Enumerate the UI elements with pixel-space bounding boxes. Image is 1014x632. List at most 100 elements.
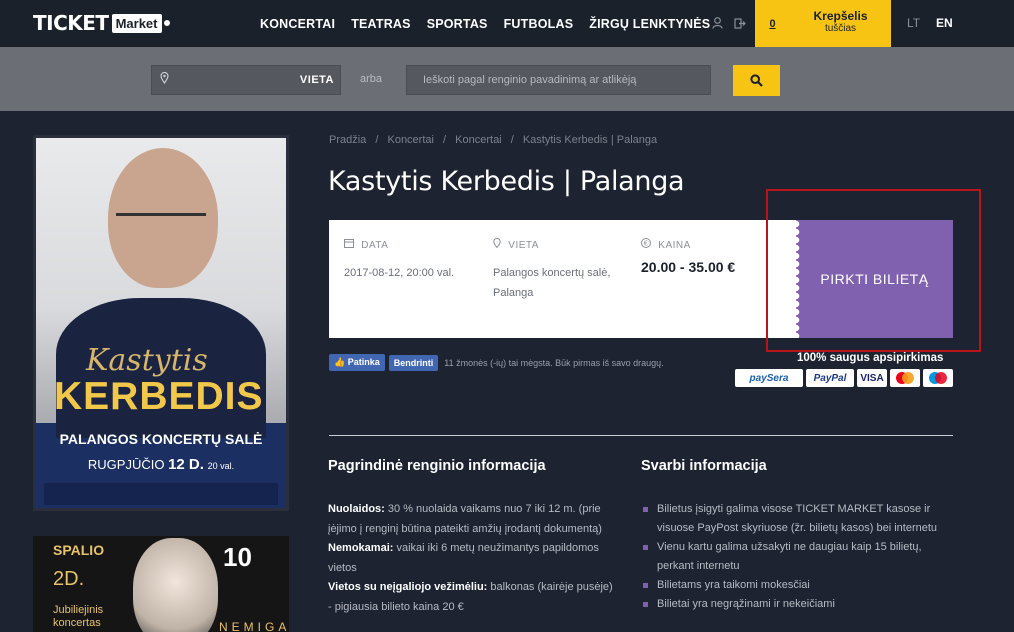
logo-ticket: TICKET	[33, 11, 109, 35]
calendar-icon	[344, 239, 357, 251]
list-item: Bilietams yra taikomi mokesčiai	[641, 576, 941, 595]
main-nav: KONCERTAI TEATRAS SPORTAS FUTBOLAS ŽIRGŲ…	[260, 0, 726, 47]
fb-like-text: 11 žmonės (-ių) tai mėgsta. Būk pirmas i…	[444, 357, 664, 368]
fb-like-button[interactable]: 👍 Patinka	[329, 354, 385, 371]
breadcrumb-koncertai-2[interactable]: Koncertai	[455, 134, 501, 146]
event-info-box: DATA 2017-08-12, 20:00 val. VIETA Palang…	[329, 220, 796, 338]
event-poster[interactable]: Kastytis KERBEDIS PALANGOS KONCERTŲ SALĖ…	[33, 135, 289, 511]
list-item: Bilietus įsigyti galima visose TICKET MA…	[641, 500, 941, 538]
or-text: arba	[360, 73, 383, 85]
poster-surname: KERBEDIS	[54, 375, 264, 418]
nav-zirgu-lenktynes[interactable]: ŽIRGŲ LENKTYNĖS	[589, 17, 710, 31]
secure-purchase-text: 100% saugus apsipirkimas	[797, 352, 944, 364]
site-logo[interactable]: TICKET Market	[33, 9, 170, 37]
nav-teatras[interactable]: TEATRAS	[351, 17, 411, 31]
promo-month: SPALIO	[53, 542, 105, 558]
breadcrumb-current: Kastytis Kerbedis | Palanga	[522, 134, 658, 146]
search-input[interactable]: Ieškoti pagal renginio pavadinimą ar atl…	[406, 65, 711, 95]
breadcrumb-sep: /	[375, 134, 379, 146]
breadcrumb-sep: /	[510, 134, 514, 146]
promo-line2: koncertas	[53, 617, 101, 629]
main-info-heading: Pagrindinė renginio informacija	[328, 458, 546, 474]
search-button[interactable]	[733, 65, 780, 96]
nav-futbolas[interactable]: FUTBOLAS	[504, 17, 574, 31]
paysera-logo: paySera	[735, 369, 803, 387]
promo-venue: NEMIGA	[219, 620, 289, 632]
venue-value: Palangos koncertų salė, Palanga	[493, 263, 610, 303]
poster-date: RUGPJŪČIO 12 D. 20 val.	[36, 456, 286, 473]
svg-text:€: €	[644, 240, 649, 248]
cart-label: Krepšelis	[813, 9, 868, 23]
page-title: Kastytis Kerbedis | Palanga	[328, 166, 685, 197]
important-info-heading: Svarbi informacija	[641, 458, 767, 474]
top-navigation: TICKET Market KONCERTAI TEATRAS SPORTAS …	[0, 0, 1014, 47]
cart-count[interactable]: 0	[755, 0, 790, 47]
date-value: 2017-08-12, 20:00 val.	[344, 267, 455, 279]
free-info: Nemokamai: vaikai iki 6 metų neužimantys…	[328, 539, 618, 578]
location-label: VIETA	[299, 74, 334, 86]
paypal-logo: PayPal	[806, 369, 854, 387]
discount-label: Nuolaidos:	[328, 503, 385, 515]
location-select[interactable]: VIETA	[151, 65, 341, 95]
highlight-box	[766, 189, 981, 352]
price-label: KAINA	[658, 240, 691, 251]
fb-share-button[interactable]: Bendrinti	[388, 354, 439, 371]
price-header: € KAINA	[641, 238, 735, 251]
venue-line1: Palangos koncertų salė,	[493, 267, 611, 279]
main-info-text: Nuolaidos: 30 % nuolaida vaikams nuo 7 i…	[328, 500, 618, 617]
location-pin-icon	[493, 237, 504, 251]
promo-poster[interactable]: SPALIO 2D. Jubiliejinis koncertas 10 NEM…	[33, 536, 289, 632]
user-icon[interactable]	[710, 16, 724, 30]
discount-info: Nuolaidos: 30 % nuolaida vaikams nuo 7 i…	[328, 500, 618, 539]
nav-koncertai[interactable]: KONCERTAI	[260, 17, 335, 31]
logout-icon[interactable]	[733, 16, 747, 30]
lang-lt[interactable]: LT	[907, 16, 920, 30]
date-label: DATA	[361, 240, 389, 251]
visa-logo: VISA	[857, 369, 887, 387]
payment-methods: paySera PayPal VISA	[735, 369, 956, 387]
cart-status: tuščias	[824, 23, 857, 34]
euro-icon: €	[641, 238, 654, 251]
section-divider	[329, 435, 953, 436]
price-value: 20.00 - 35.00 €	[641, 259, 736, 275]
maestro-logo	[923, 369, 953, 387]
search-bar: VIETA arba Ieškoti pagal renginio pavadi…	[0, 47, 1014, 111]
list-item: Bilietai yra negrąžinami ir nekeičiami	[641, 595, 941, 614]
poster-footer	[44, 483, 278, 505]
poster-script-name: Kastytis	[86, 343, 208, 378]
cart-button[interactable]: Krepšelis tuščias	[790, 0, 891, 47]
date-header: DATA	[344, 238, 454, 251]
fb-like-label: Patinka	[347, 357, 380, 367]
price-column: € KAINA 20.00 - 35.00 €	[641, 238, 735, 275]
poster-date-day: 12 D.	[168, 456, 204, 473]
list-item: Vienu kartu galima užsakyti ne daugiau k…	[641, 538, 941, 576]
venue-header: VIETA	[493, 237, 610, 251]
venue-label: VIETA	[508, 240, 539, 251]
promo-day: 2D.	[53, 568, 85, 590]
poster-glasses	[116, 213, 206, 233]
thumbs-up-icon: 👍	[334, 357, 346, 367]
promo-label: Jubiliejinis koncertas	[53, 604, 103, 630]
logo-dot	[163, 20, 170, 26]
poster-venue: PALANGOS KONCERTŲ SALĖ	[59, 431, 263, 447]
mastercard-logo	[890, 369, 920, 387]
venue-line2: Palanga	[493, 287, 534, 299]
poster-date-time: 20 val.	[207, 461, 235, 471]
poster-date-month: RUGPJŪČIO	[87, 457, 165, 472]
lang-en[interactable]: EN	[936, 16, 953, 30]
breadcrumb-home[interactable]: Pradžia	[329, 134, 366, 146]
venue-column: VIETA Palangos koncertų salė, Palanga	[493, 237, 610, 303]
breadcrumb-koncertai[interactable]: Koncertai	[387, 134, 433, 146]
date-column: DATA 2017-08-12, 20:00 val.	[344, 238, 454, 283]
promo-photo	[133, 538, 218, 632]
free-label: Nemokamai:	[328, 542, 394, 554]
wheelchair-info: Vietos su neįgaliojo vežimėliu: balkonas…	[328, 578, 618, 617]
nav-sportas[interactable]: SPORTAS	[427, 17, 488, 31]
wheelchair-label: Vietos su neįgaliojo vežimėliu:	[328, 581, 488, 593]
location-pin-icon	[160, 71, 169, 87]
promo-line1: Jubiliejinis	[53, 604, 104, 616]
facebook-widget: 👍 Patinka Bendrinti 11 žmonės (-ių) tai …	[329, 354, 664, 371]
promo-number: 10	[223, 542, 252, 572]
important-info-list: Bilietus įsigyti galima visose TICKET MA…	[641, 500, 941, 614]
breadcrumb-sep: /	[443, 134, 447, 146]
